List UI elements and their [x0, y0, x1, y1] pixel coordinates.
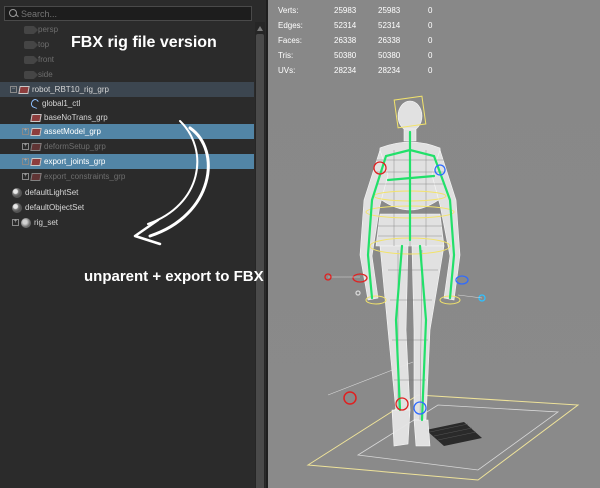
hud-value: 0: [428, 36, 433, 45]
hud-label: Edges:: [278, 21, 303, 30]
hud-value: 0: [428, 21, 433, 30]
hud-row-tris: Tris: 50380 50380 0: [278, 48, 448, 63]
hud-value: 28234: [334, 66, 357, 75]
hud-value: 0: [428, 51, 433, 60]
hud-value: 26338: [334, 36, 357, 45]
hud-value: 52314: [334, 21, 357, 30]
hud-value: 0: [428, 66, 433, 75]
hud-label: Verts:: [278, 6, 299, 15]
poly-count-hud: Verts: 25983 25983 0 Edges: 52314 52314 0 Faces:…: [278, 3, 448, 78]
hud-value: 28234: [378, 66, 401, 75]
outliner-panel: persptopfrontside−robot_RBT10_rig_grpglo…: [0, 0, 266, 488]
hud-label: Faces:: [278, 36, 303, 45]
hud-value: 50380: [334, 51, 357, 60]
annotation-arrow: [133, 120, 210, 246]
hud-value: 26338: [378, 36, 401, 45]
hud-value: 50380: [378, 51, 401, 60]
hud-value: 52314: [378, 21, 401, 30]
hud-row-edges: Edges: 52314 52314 0: [278, 18, 448, 33]
hud-row-faces: Faces: 26338 26338 0: [278, 33, 448, 48]
hud-label: UVs:: [278, 66, 296, 75]
viewport-3d[interactable]: Verts: 25983 25983 0 Edges: 52314 52314 0 Faces:…: [266, 0, 600, 488]
hud-row-verts: Verts: 25983 25983 0: [278, 3, 448, 18]
hud-row-uvs: UVs: 28234 28234 0: [278, 63, 448, 78]
hud-value: 0: [428, 6, 433, 15]
hud-value: 25983: [378, 6, 401, 15]
hud-label: Tris:: [278, 51, 294, 60]
hud-value: 25983: [334, 6, 357, 15]
annotation-note: unparent + export to FBX: [84, 268, 264, 285]
annotation-title: FBX rig file version: [71, 34, 217, 51]
